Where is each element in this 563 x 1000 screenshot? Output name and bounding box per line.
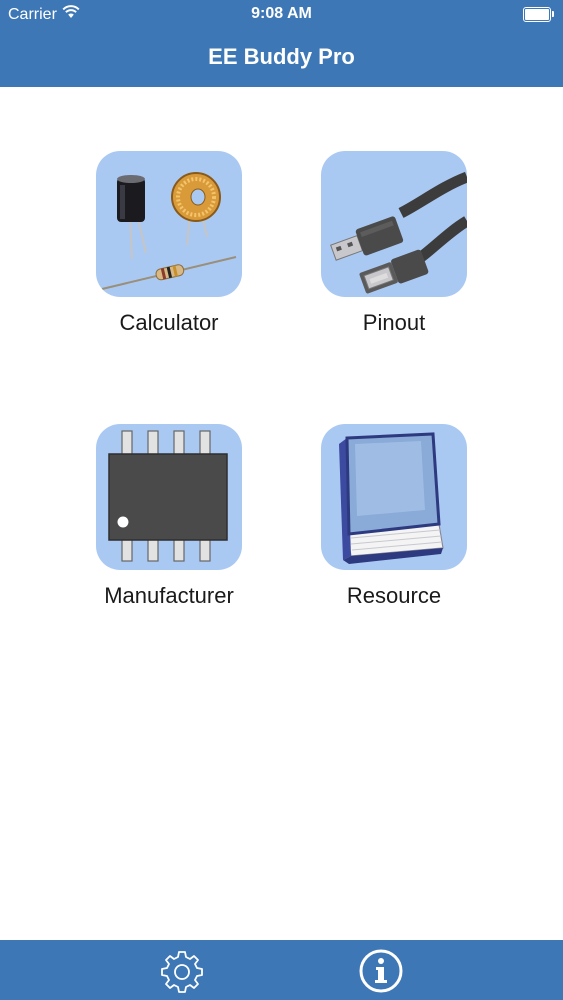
status-time: 9:08 AM xyxy=(251,5,312,22)
resource-label: Resource xyxy=(346,583,442,608)
book-icon xyxy=(321,424,467,570)
calculator-button[interactable]: Calculator xyxy=(89,151,249,336)
info-icon[interactable] xyxy=(358,948,404,994)
usb-cable-icon xyxy=(321,151,467,297)
calculator-label: Calculator xyxy=(119,310,219,335)
page-title: EE Buddy Pro xyxy=(208,44,355,69)
battery-icon xyxy=(523,7,555,22)
pinout-button[interactable]: Pinout xyxy=(314,151,474,336)
electronic-components-icon xyxy=(96,151,242,297)
resource-button[interactable]: Resource xyxy=(314,424,474,609)
battery-level-fill xyxy=(525,9,549,20)
status-bar: Carrier 9:08 AM xyxy=(0,0,563,30)
pinout-label: Pinout xyxy=(362,310,426,335)
manufacturer-label: Manufacturer xyxy=(104,583,234,608)
ic-chip-icon xyxy=(96,424,242,570)
tab-bar xyxy=(0,940,563,1000)
manufacturer-button[interactable]: Manufacturer xyxy=(89,424,249,609)
settings-gear-icon[interactable] xyxy=(159,948,205,994)
navigation-bar: Carrier 9:08 AM EE Buddy Pro xyxy=(0,0,563,87)
